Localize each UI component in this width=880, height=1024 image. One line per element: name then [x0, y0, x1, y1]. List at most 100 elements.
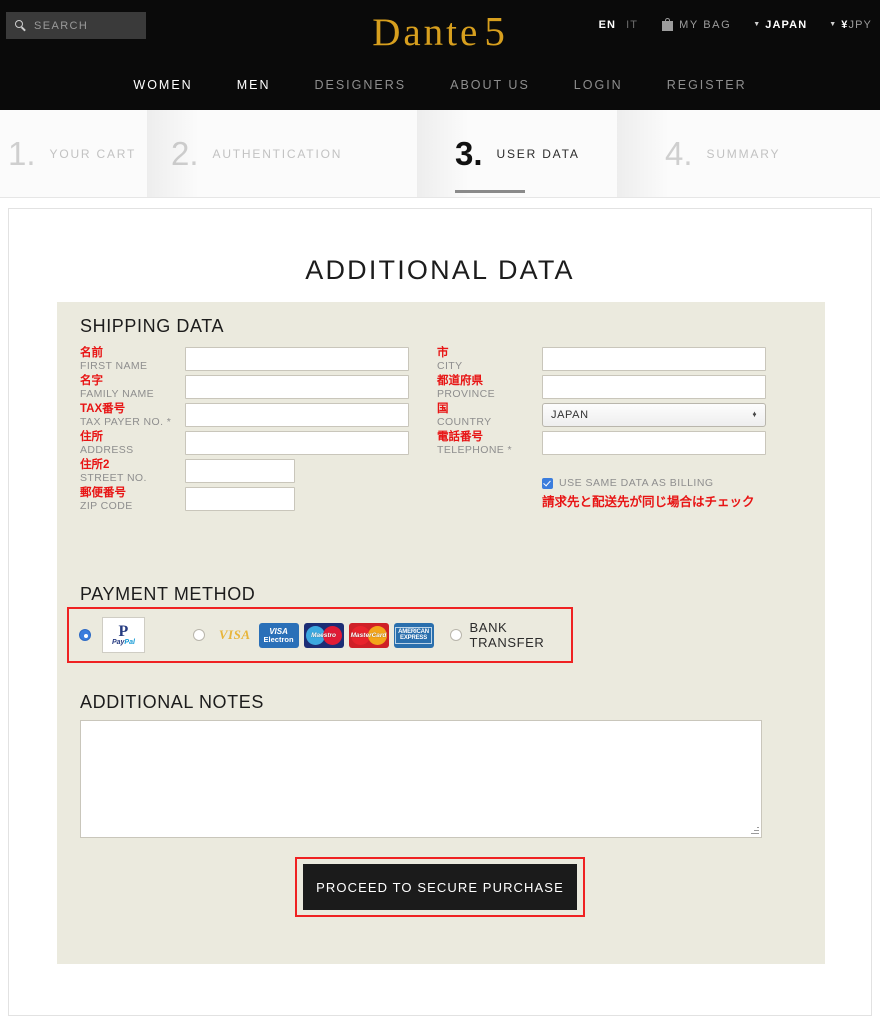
- first-name-input[interactable]: [185, 347, 409, 371]
- label-jp: 市: [437, 347, 449, 359]
- province-input[interactable]: [542, 375, 766, 399]
- site-header: SEARCH Dante5 EN IT MY BAG ▼ JAPAN ▼ ¥JP…: [0, 0, 880, 110]
- label-en: TAX PAYER NO. *: [80, 416, 172, 428]
- step-number: 1.: [8, 135, 36, 172]
- nav-item-men[interactable]: MEN: [237, 78, 271, 92]
- label-en: ZIP CODE: [80, 500, 133, 512]
- nav-item-about-us[interactable]: ABOUT US: [450, 78, 530, 92]
- field-city: 市 CITY: [437, 347, 807, 375]
- label-jp: 名前: [80, 347, 103, 359]
- label-jp: 住所: [80, 431, 103, 443]
- field-label: 市 CITY: [437, 347, 542, 372]
- field-label: 名前 FIRST NAME: [80, 347, 185, 372]
- logo-word: Dante: [372, 11, 481, 54]
- payment-radio-credit-card[interactable]: [192, 629, 205, 641]
- my-bag-button[interactable]: MY BAG: [662, 18, 731, 31]
- nav-item-login[interactable]: LOGIN: [574, 78, 623, 92]
- visa-logo-icon: VISA: [218, 627, 251, 642]
- label-en: STREET NO.: [80, 472, 147, 484]
- field-address: 住所 ADDRESS: [80, 431, 440, 459]
- field-label: 名字 FAMILY NAME: [80, 375, 185, 400]
- label-jp: TAX番号: [80, 403, 126, 415]
- field-label: 郵便番号 ZIP CODE: [80, 487, 185, 512]
- paypal-logo-icon[interactable]: P PayPal: [102, 617, 145, 653]
- step-label: AUTHENTICATION: [212, 146, 343, 161]
- chevron-down-icon-country: ▼: [753, 21, 762, 28]
- payment-radio-paypal[interactable]: [79, 629, 91, 641]
- street-no-input[interactable]: [185, 459, 295, 483]
- step-user-data[interactable]: 3. USER DATA: [417, 110, 637, 197]
- currency-code: JPY: [848, 18, 872, 31]
- currency-selector[interactable]: ¥JPY: [841, 19, 872, 31]
- billing-checkbox-row[interactable]: USE SAME DATA AS BILLING: [542, 477, 802, 489]
- bank-transfer-label: BANK TRANSFER: [469, 620, 545, 650]
- label-jp: 名字: [80, 375, 103, 387]
- step-number: 2.: [171, 135, 199, 172]
- resize-handle-icon[interactable]: [750, 826, 759, 835]
- step-number: 4.: [665, 135, 693, 172]
- label-en: PROVINCE: [437, 388, 496, 400]
- billing-label-en: USE SAME DATA AS BILLING: [559, 477, 714, 489]
- logo-number: 5: [484, 8, 508, 54]
- step-summary[interactable]: 4. SUMMARY: [637, 110, 880, 197]
- language-en[interactable]: EN: [599, 19, 616, 31]
- additional-notes-textarea[interactable]: [80, 720, 762, 838]
- label-en: ADDRESS: [80, 444, 134, 456]
- payment-method-options: P PayPal VISA VISA Electron Maestro Mast…: [67, 607, 573, 663]
- step-label: USER DATA: [496, 146, 580, 161]
- billing-label-jp: 請求先と配送先が同じ場合はチェック: [542, 495, 755, 509]
- form-panel: SHIPPING DATA 名前 FIRST NAME 名字 FAMILY NA…: [57, 302, 825, 964]
- nav-item-women[interactable]: WOMEN: [133, 78, 192, 92]
- credit-card-logos[interactable]: VISA VISA Electron Maestro MasterCard AM…: [218, 622, 434, 648]
- city-input[interactable]: [542, 347, 766, 371]
- country-select-value: JAPAN: [551, 409, 589, 421]
- step-authentication[interactable]: 2. AUTHENTICATION: [147, 110, 417, 197]
- field-first-name: 名前 FIRST NAME: [80, 347, 440, 375]
- submit-highlight: PROCEED TO SECURE PURCHASE: [295, 857, 585, 917]
- paypal-glyph: P: [118, 622, 129, 640]
- field-label: 住所2 STREET NO.: [80, 459, 185, 484]
- tax-payer-no-input[interactable]: [185, 403, 409, 427]
- field-zip-code: 郵便番号 ZIP CODE: [80, 487, 440, 515]
- main-navigation: WOMEN MEN DESIGNERS ABOUT US LOGIN REGIS…: [0, 78, 880, 92]
- field-street-no: 住所2 STREET NO.: [80, 459, 440, 487]
- proceed-to-secure-purchase-button[interactable]: PROCEED TO SECURE PURCHASE: [303, 864, 577, 910]
- shipping-data-title: SHIPPING DATA: [80, 316, 225, 336]
- field-label: TAX番号 TAX PAYER NO. *: [80, 403, 185, 428]
- family-name-input[interactable]: [185, 375, 409, 399]
- label-jp: 電話番号: [437, 431, 483, 443]
- shipping-right-column: 市 CITY 都道府県 PROVINCE 国 COUNTRY JAPAN ▲ ▼…: [437, 347, 807, 509]
- nav-item-register[interactable]: REGISTER: [667, 78, 747, 92]
- additional-notes-title: ADDITIONAL NOTES: [80, 692, 264, 712]
- visa-electron-logo-icon: VISA Electron: [258, 622, 299, 648]
- active-step-underline: [455, 190, 525, 193]
- american-express-logo-icon: AMERICAN EXPRESS: [393, 622, 434, 648]
- page-title: ADDITIONAL DATA: [305, 255, 575, 285]
- chevron-down-icon-currency: ▼: [829, 21, 838, 28]
- payment-radio-bank-transfer[interactable]: [449, 629, 462, 641]
- stepper-arrows-icon: ▲ ▼: [751, 411, 758, 419]
- nav-item-designers[interactable]: DESIGNERS: [314, 78, 406, 92]
- use-same-billing-checkbox[interactable]: [542, 477, 553, 489]
- step-your-cart[interactable]: 1. YOUR CART: [0, 110, 147, 197]
- field-country: 国 COUNTRY JAPAN ▲ ▼: [437, 403, 807, 431]
- field-label: 都道府県 PROVINCE: [437, 375, 542, 400]
- checkout-steps: 1. YOUR CART 2. AUTHENTICATION 3. USER D…: [0, 110, 880, 198]
- step-label: SUMMARY: [706, 146, 781, 161]
- address-input[interactable]: [185, 431, 409, 455]
- field-province: 都道府県 PROVINCE: [437, 375, 807, 403]
- field-family-name: 名字 FAMILY NAME: [80, 375, 440, 403]
- zip-code-input[interactable]: [185, 487, 295, 511]
- field-label: 電話番号 TELEPHONE *: [437, 431, 542, 456]
- mastercard-logo-icon: MasterCard: [348, 622, 389, 648]
- label-en: TELEPHONE *: [437, 444, 513, 456]
- country-selector[interactable]: JAPAN: [765, 19, 807, 31]
- label-en: COUNTRY: [437, 416, 492, 428]
- currency-symbol: ¥: [841, 18, 849, 31]
- bank-transfer-option[interactable]: BANK TRANSFER: [449, 620, 571, 650]
- label-en: FAMILY NAME: [80, 388, 155, 400]
- country-select[interactable]: JAPAN ▲ ▼: [542, 403, 766, 427]
- checkout-card: ADDITIONAL DATA SHIPPING DATA 名前 FIRST N…: [8, 208, 872, 1016]
- language-it[interactable]: IT: [626, 19, 638, 31]
- telephone-input[interactable]: [542, 431, 766, 455]
